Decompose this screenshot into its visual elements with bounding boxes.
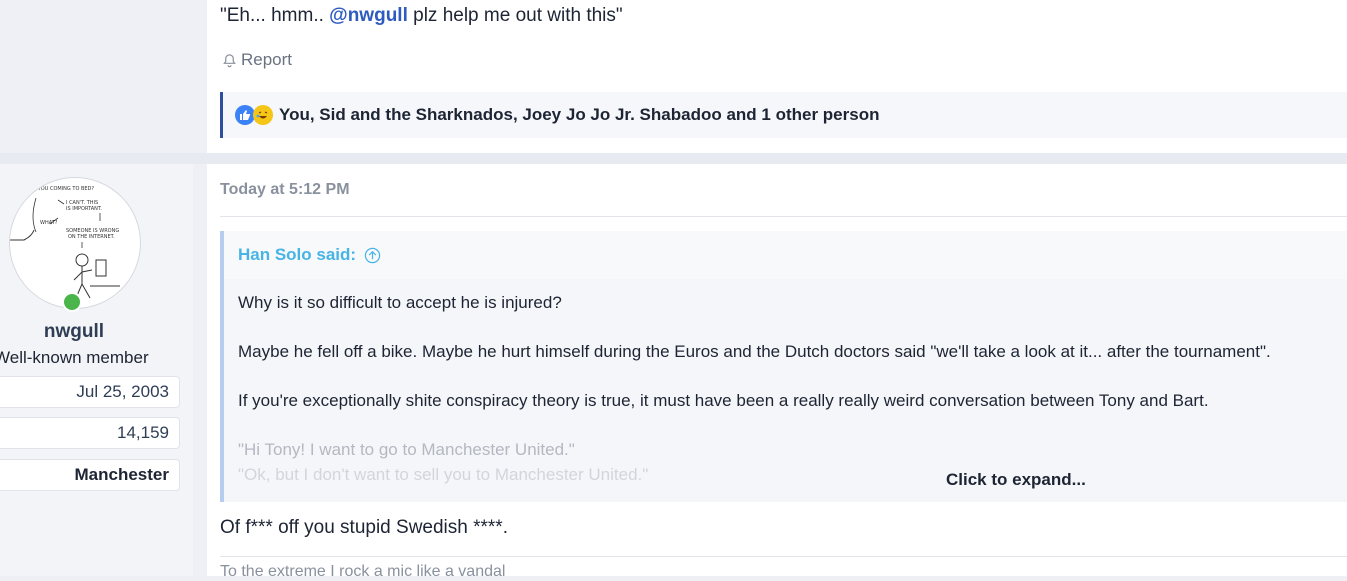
- online-status-indicator: [62, 292, 82, 312]
- post-separator: [0, 153, 1347, 164]
- text-segment: plz help me out with this": [407, 5, 623, 26]
- click-to-expand-link[interactable]: Click to expand...: [946, 470, 1086, 490]
- post-date-link[interactable]: Today at 5:12 PM: [220, 181, 350, 199]
- signature-divider: [220, 556, 1347, 557]
- user-location[interactable]: Manchester: [0, 459, 180, 491]
- like-icon: [235, 105, 255, 125]
- user-mention-link[interactable]: @nwgull: [329, 5, 408, 26]
- report-button[interactable]: Report: [222, 50, 292, 70]
- quote-line: Why is it so difficult to accept he is i…: [238, 293, 562, 312]
- post-message: Of f*** off you stupid Swedish ****.: [220, 517, 508, 538]
- jump-to-quote-icon[interactable]: [364, 247, 381, 264]
- quote-line: Maybe he fell off a bike. Maybe he hurt …: [238, 342, 1271, 361]
- avatar[interactable]: YOU COMING TO BED? I CAN'T. THIS IS IMPO…: [9, 177, 141, 309]
- quote-header[interactable]: Han Solo said:: [224, 231, 1347, 279]
- user-online-icon: [64, 294, 80, 310]
- user-title: Well-known member: [0, 348, 149, 367]
- svg-text:YOU COMING TO BED?: YOU COMING TO BED?: [37, 186, 94, 192]
- joined-date: Jul 25, 2003: [0, 376, 180, 408]
- laugh-icon: [253, 105, 273, 125]
- message-count: 14,159: [0, 417, 180, 449]
- svg-text:WHAT?: WHAT?: [40, 220, 58, 226]
- reactions-users-link[interactable]: You, Sid and the Sharknados, Joey Jo Jo …: [279, 105, 879, 125]
- svg-text:IS IMPORTANT.: IS IMPORTANT.: [66, 206, 102, 212]
- quote-line: "Hi Tony! I want to go to Manchester Uni…: [238, 440, 575, 459]
- signature: To the extreme I rock a mic like a vanda…: [220, 563, 506, 580]
- xkcd-avatar-image: YOU COMING TO BED? I CAN'T. THIS IS IMPO…: [10, 186, 120, 299]
- bell-icon: [223, 53, 236, 67]
- previous-post-text: "Eh... hmm.. @nwgull plz help me out wit…: [220, 5, 623, 27]
- reactions-bar[interactable]: You, Sid and the Sharknados, Joey Jo Jo …: [220, 92, 1347, 138]
- quote-line: If you're exceptionally shite conspiracy…: [238, 391, 1209, 410]
- divider: [220, 216, 1347, 217]
- quote-line: "Ok, but I don't want to sell you to Man…: [238, 465, 649, 484]
- report-label: Report: [241, 50, 293, 69]
- svg-text:ON THE INTERNET.: ON THE INTERNET.: [68, 234, 115, 240]
- quote-block: Han Solo said: Why is it so difficult to…: [220, 231, 1347, 502]
- text-segment: "Eh... hmm..: [220, 5, 330, 26]
- reaction-icons: [235, 105, 273, 125]
- username-link[interactable]: nwgull: [0, 321, 148, 343]
- quote-author-link[interactable]: Han Solo said:: [238, 245, 356, 265]
